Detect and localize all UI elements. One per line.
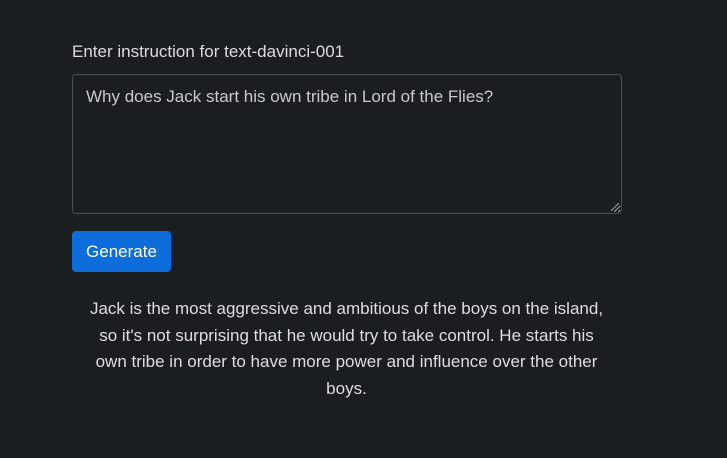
generate-button[interactable]: Generate <box>72 231 171 272</box>
generated-response-text: Jack is the most aggressive and ambitiou… <box>89 299 604 398</box>
instruction-textarea[interactable]: Why does Jack start his own tribe in Lor… <box>72 74 622 214</box>
instruction-label: Enter instruction for text-davinci-001 <box>72 42 345 61</box>
